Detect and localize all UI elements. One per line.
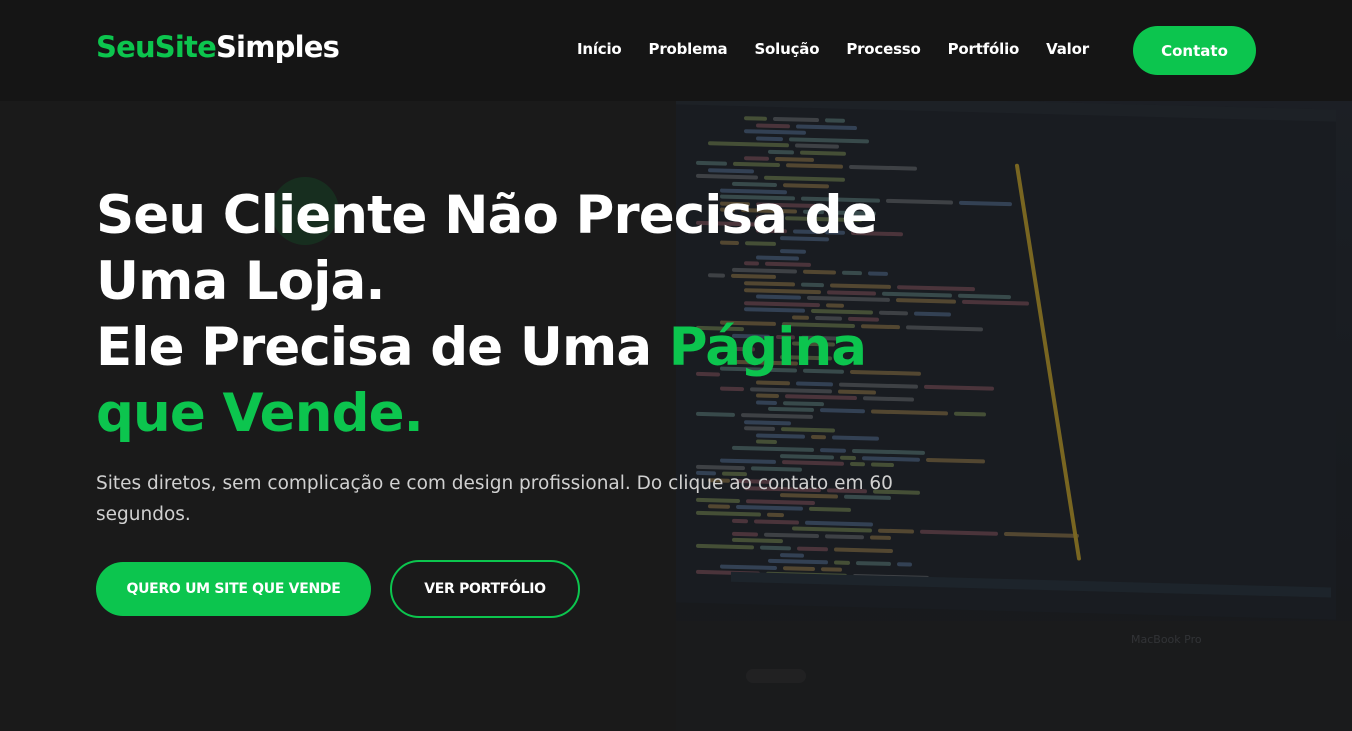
hero-subtitle: Sites diretos, sem complicação e com des… [96,473,893,525]
logo-accent-text: SeuSite [96,30,217,64]
hero-title-accent-pagina: Página [668,317,867,378]
hero-title-line-2: Uma Loja. [96,251,386,312]
landing-page: MacBook Pro SeuSiteSimples Início Proble… [0,0,1352,731]
nav-item-valor[interactable]: Valor [1046,40,1089,58]
nav-item-inicio[interactable]: Início [577,40,622,58]
site-logo[interactable]: SeuSiteSimples [96,30,340,64]
nav-item-solucao[interactable]: Solução [754,40,819,58]
site-header: SeuSiteSimples Início Problema Solução P… [0,0,1352,101]
hero-title-line-3: Ele Precisa de Uma [96,317,652,378]
contact-button[interactable]: Contato [1133,26,1256,75]
view-portfolio-button[interactable]: VER PORTFÓLIO [390,560,580,618]
hero-title-accent-que-vende: que Vende. [96,383,424,444]
main-navigation: Início Problema Solução Processo Portfól… [577,40,1116,58]
nav-item-portfolio[interactable]: Portfólio [948,40,1020,58]
nav-item-processo[interactable]: Processo [846,40,921,58]
nav-item-problema[interactable]: Problema [649,40,728,58]
hero-title-line-1: Seu Cliente Não Precisa de [96,185,878,246]
hero-title: Seu Cliente Não Precisa de Uma Loja. Ele… [96,183,936,447]
want-site-button[interactable]: QUERO UM SITE QUE VENDE [96,562,371,616]
logo-rest-text: Simples [215,30,340,64]
